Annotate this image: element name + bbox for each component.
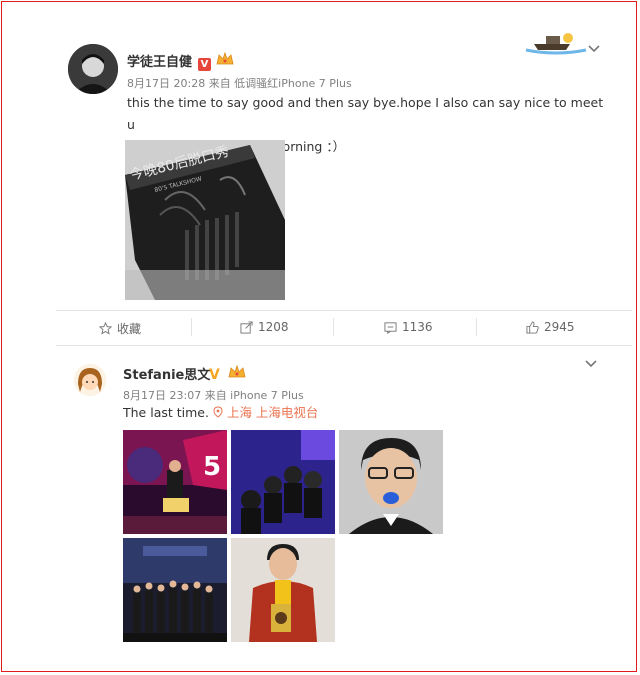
like-count: 2945	[544, 320, 575, 334]
more-options-chevron-icon[interactable]	[584, 357, 598, 373]
repost-count: 1208	[258, 320, 289, 334]
member-crown-icon[interactable]	[228, 364, 246, 383]
actions-top-divider	[56, 310, 632, 311]
post-text-line1: this the time to say good and then say b…	[127, 95, 604, 132]
more-options-chevron-icon[interactable]	[587, 42, 601, 58]
location-text: 上海 上海电视台	[226, 405, 319, 420]
repost-icon	[240, 320, 253, 334]
post-image[interactable]: 今晚80后脱口秀 80'S TALKSHOW	[125, 140, 285, 300]
verified-badge: V	[209, 367, 220, 383]
action-separator	[476, 318, 477, 336]
comment-count: 1136	[402, 320, 433, 334]
photo-thumbnail-3[interactable]	[339, 430, 443, 534]
location-link[interactable]: 上海 上海电视台	[213, 405, 318, 420]
action-separator	[333, 318, 334, 336]
favorite-label: 收藏	[117, 322, 142, 336]
photo-thumbnail-1[interactable]: 5	[123, 430, 227, 534]
photo-thumbnail-2[interactable]	[231, 430, 335, 534]
photo-thumbnail-4[interactable]	[123, 538, 227, 642]
comment-author-avatar[interactable]	[74, 364, 106, 396]
comment-author-name[interactable]: Stefanie思文	[123, 364, 210, 383]
post-separator	[56, 345, 632, 346]
photo-thumbnail-5[interactable]	[231, 538, 335, 642]
thumbs-up-icon	[526, 320, 539, 334]
comment-meta: 8月17日 23:07 来自 iPhone 7 Plus	[123, 389, 304, 402]
favorite-button[interactable]: 收藏	[99, 320, 141, 337]
member-crown-icon[interactable]	[216, 51, 234, 70]
comment-text: The last time. 上海 上海电视台	[123, 405, 319, 420]
author-name[interactable]: 学徒王自健	[127, 51, 192, 70]
location-pin-icon	[213, 406, 223, 418]
card-decoration-boat-icon	[524, 30, 588, 60]
repost-button[interactable]: 1208	[240, 320, 289, 334]
action-separator	[191, 318, 192, 336]
post-meta: 8月17日 20:28 来自 低调骚红iPhone 7 Plus	[127, 77, 352, 90]
photo-overlay-number: 5	[203, 452, 221, 482]
verified-badge: V	[198, 52, 211, 71]
like-button[interactable]: 2945	[526, 320, 575, 334]
comment-button[interactable]: 1136	[384, 320, 433, 334]
comment-icon	[384, 321, 397, 334]
author-avatar[interactable]	[68, 44, 118, 94]
star-icon	[99, 322, 112, 335]
